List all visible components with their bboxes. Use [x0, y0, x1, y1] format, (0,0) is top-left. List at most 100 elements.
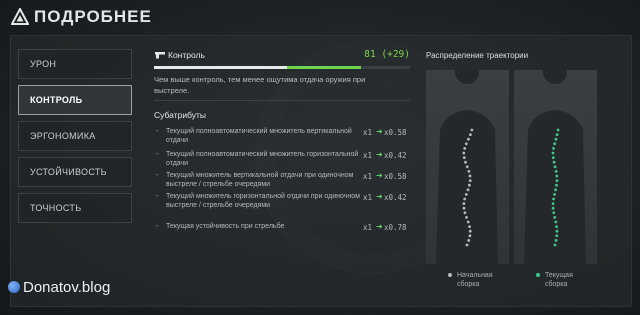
- tab-ergonomics[interactable]: ЭРГОНОМИКА: [18, 121, 132, 151]
- row-from: x1: [362, 223, 372, 232]
- trajectory-dot: [551, 206, 555, 210]
- trajectory-dot: [553, 142, 556, 146]
- trajectory-dot: [464, 193, 468, 196]
- trajectory-dot: [464, 142, 468, 146]
- row-bullet: -: [156, 223, 159, 230]
- trajectory-dot: [551, 202, 555, 206]
- trajectory-dot: [554, 239, 558, 242]
- trajectory-dot: [467, 137, 470, 141]
- row-to: x0.42: [384, 151, 407, 160]
- trajectory-dot: [553, 193, 556, 196]
- current-build-trajectory: [514, 70, 597, 264]
- row-label: Текущий полноавтоматический множитель го…: [166, 151, 359, 167]
- row-to: x0.58: [384, 128, 407, 137]
- stat-description: Чем выше контроль, тем менее ощутима отд…: [154, 75, 366, 95]
- arrow-right-icon: ➜: [376, 127, 383, 136]
- row-bullet: -: [156, 172, 159, 179]
- trajectory-dot: [468, 174, 472, 178]
- trajectory-dot: [552, 147, 555, 150]
- silhouette-current: [524, 70, 586, 264]
- row-to: x0.42: [384, 193, 407, 202]
- initial-build-trajectory: [426, 70, 509, 264]
- trajectory-dot: [467, 170, 471, 173]
- trajectory-dot: [467, 239, 471, 242]
- row-to: x0.78: [384, 223, 407, 232]
- trajectory-dot: [468, 225, 471, 229]
- row-from: x1: [362, 172, 372, 181]
- trajectory-dot: [552, 160, 556, 164]
- arrow-right-icon: ➜: [376, 171, 383, 180]
- row-bullet: -: [156, 151, 159, 158]
- subattributes-title: Субатрибуты: [154, 110, 207, 120]
- trajectory-dot: [465, 243, 469, 247]
- arrow-right-icon: ➜: [376, 222, 383, 231]
- globe-icon: [8, 281, 20, 293]
- page-title: ПОДРОБНЕЕ: [34, 7, 152, 26]
- trajectory-dot: [463, 211, 467, 215]
- tab-control[interactable]: КОНТРОЛЬ: [18, 85, 132, 115]
- trajectory-dot: [468, 183, 471, 187]
- row-from: x1: [362, 151, 372, 160]
- watermark-text: Donatov.blog: [23, 279, 111, 296]
- row-to: x0.58: [384, 172, 407, 181]
- trajectory-dot: [555, 133, 559, 136]
- trajectory-dot: [554, 220, 558, 224]
- trajectory-dot: [465, 216, 468, 219]
- watermark: Donatov.blog: [8, 279, 110, 296]
- legend-initial: Начальная сборка: [448, 271, 502, 289]
- trajectory-dot: [551, 151, 555, 155]
- arrow-right-icon: ➜: [376, 150, 383, 159]
- weapon-icon: [155, 52, 165, 59]
- trajectory-dot: [554, 137, 558, 141]
- trajectory-dot: [466, 188, 470, 192]
- trajectory-dot: [553, 165, 557, 169]
- trajectory-dot: [553, 243, 557, 247]
- stat-bar: [154, 66, 410, 69]
- row-from: x1: [362, 193, 372, 202]
- trajectory-dot: [463, 197, 467, 201]
- trajectory-dot: [466, 220, 470, 224]
- row-from: x1: [362, 128, 372, 137]
- trajectory-dot: [556, 128, 560, 132]
- legend-label: Текущая сборка: [545, 272, 573, 288]
- row-bullet: -: [156, 128, 159, 135]
- trajectory-dot: [555, 183, 558, 187]
- trajectory-dot: [462, 206, 466, 210]
- trajectory-dot: [462, 151, 466, 155]
- silhouette-initial: [436, 70, 498, 264]
- legend-dot-icon: [536, 273, 540, 278]
- trajectory-dot: [554, 188, 557, 192]
- trajectory-dot: [468, 179, 472, 182]
- trajectory-dot: [555, 179, 559, 182]
- tab-stability[interactable]: УСТОЙЧИВОСТЬ: [18, 157, 132, 187]
- row-label: Текущий множитель вертикальной отдачи пр…: [166, 172, 354, 188]
- legend-dot-icon: [448, 273, 452, 278]
- legend-current: Текущая сборка: [536, 271, 585, 289]
- tab-accuracy[interactable]: ТОЧНОСТЬ: [18, 193, 132, 223]
- trajectory-dot: [554, 170, 558, 173]
- trajectory-dot: [462, 156, 466, 159]
- trajectory-dot: [462, 202, 466, 206]
- row-label: Текущий полноавтоматический множитель ве…: [166, 128, 352, 144]
- arrow-right-icon: ➜: [376, 192, 383, 201]
- trajectory-dot: [551, 156, 555, 159]
- trajectory-dot: [468, 234, 472, 238]
- trajectory-dot: [555, 229, 559, 233]
- tab-damage[interactable]: УРОН: [18, 49, 132, 79]
- stat-bar-bonus: [287, 66, 362, 69]
- divider: [154, 100, 410, 101]
- legend-label: Начальная сборка: [457, 272, 493, 288]
- trajectory-dot: [552, 211, 556, 215]
- stat-value: 81 (+29): [364, 49, 410, 60]
- row-label: Текущая устойчивость при стрельбе: [166, 223, 285, 230]
- row-label: Текущий множитель горизонтальной отдачи …: [166, 193, 360, 209]
- header: ПОДРОБНЕЕ: [0, 0, 640, 34]
- trajectory-dot: [555, 225, 558, 229]
- trajectory-dot: [553, 216, 557, 219]
- trajectory-title: Распределение траектории: [426, 51, 529, 60]
- stat-name: Контроль: [168, 50, 205, 60]
- row-bullet: -: [156, 193, 159, 200]
- trajectory-dot: [463, 147, 467, 150]
- trajectory-dot: [465, 165, 469, 169]
- trajectory-dot: [464, 160, 467, 164]
